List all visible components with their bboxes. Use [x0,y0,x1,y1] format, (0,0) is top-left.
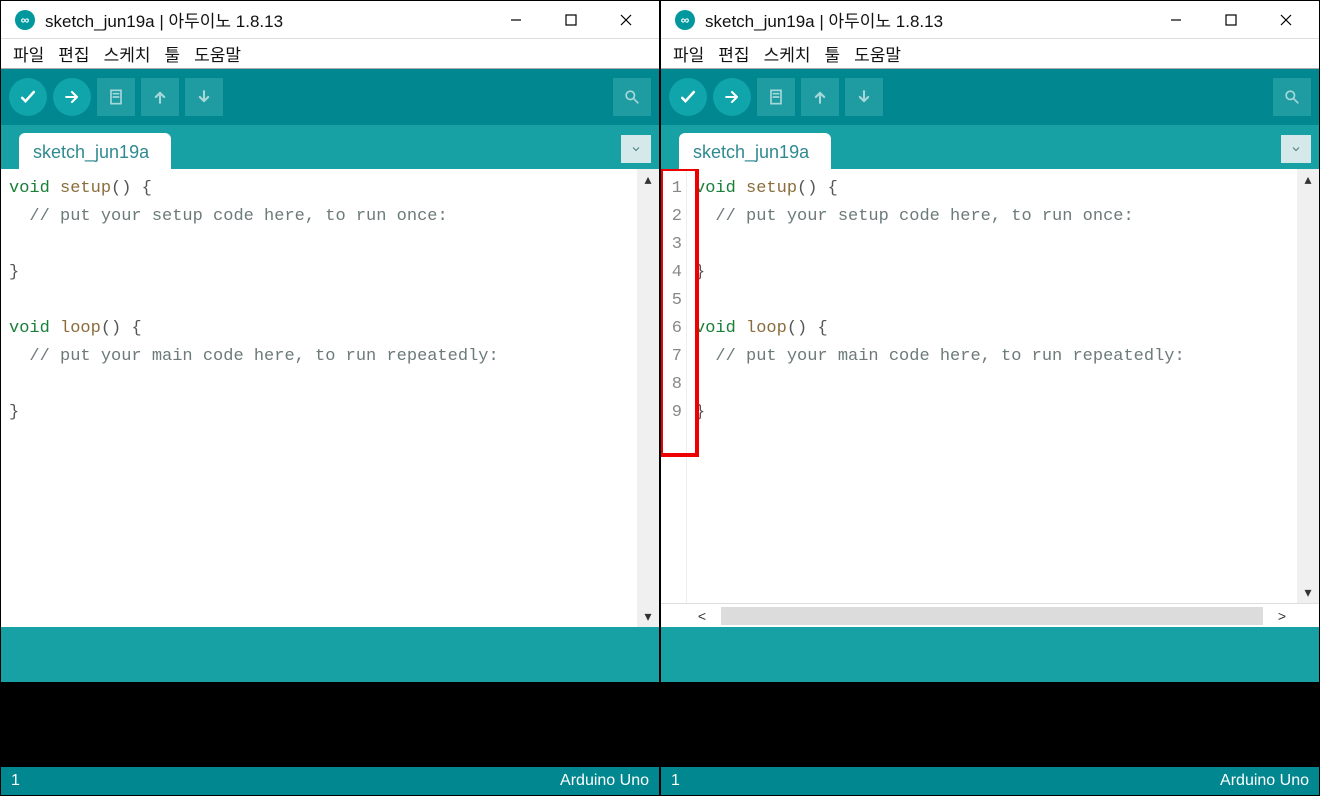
tab-dropdown-icon[interactable] [621,135,651,163]
scroll-up-icon[interactable]: ▴ [644,171,651,188]
code-editor[interactable]: void setup() { // put your setup code he… [1,169,637,627]
statusbar: 1 Arduino Uno [661,767,1319,795]
line-number: 8 [661,371,682,399]
menu-item[interactable]: 편집 [54,39,93,68]
line-number-gutter: 123456789 [661,169,687,603]
toolbar [661,69,1319,125]
arduino-window: ∞ sketch_jun19a | 아두이노 1.8.13 파일편집스케치툴도움말 s… [660,0,1320,796]
minimize-button[interactable] [488,2,543,38]
editor-area: 123456789void setup() { // put your setu… [661,169,1319,627]
scroll-up-icon[interactable]: ▴ [1304,171,1311,188]
line-number: 7 [661,343,682,371]
scroll-down-icon[interactable]: ▾ [1304,584,1311,601]
console [661,682,1319,767]
open-button[interactable] [141,78,179,116]
close-button[interactable] [1258,2,1313,38]
titlebar: ∞ sketch_jun19a | 아두이노 1.8.13 [661,1,1319,39]
line-number: 9 [661,399,682,427]
tab[interactable]: sketch_jun19a [679,133,831,170]
status-line-number: 1 [11,772,20,790]
window-title: sketch_jun19a | 아두이노 1.8.13 [705,7,1148,32]
statusbar: 1 Arduino Uno [1,767,659,795]
scroll-right-icon[interactable]: > [1267,605,1297,627]
tabbar: sketch_jun19a [661,125,1319,169]
verify-button[interactable] [9,78,47,116]
save-button[interactable] [185,78,223,116]
menu-item[interactable]: 스케치 [100,39,155,68]
app-icon: ∞ [675,10,695,30]
maximize-button[interactable] [543,2,598,38]
menu-item[interactable]: 스케치 [760,39,815,68]
serial-monitor-button[interactable] [613,78,651,116]
menu-item[interactable]: 파일 [9,39,48,68]
menu-item[interactable]: 편집 [714,39,753,68]
menu-item[interactable]: 툴 [820,39,844,68]
menu-item[interactable]: 파일 [669,39,708,68]
vertical-scrollbar[interactable]: ▴▾ [1297,169,1319,603]
scroll-left-icon[interactable]: < [687,605,717,627]
new-button[interactable] [97,78,135,116]
code-editor[interactable]: void setup() { // put your setup code he… [687,169,1297,603]
arduino-window: ∞ sketch_jun19a | 아두이노 1.8.13 파일편집스케치툴도움말 s… [0,0,660,796]
save-button[interactable] [845,78,883,116]
upload-button[interactable] [53,78,91,116]
line-number: 4 [661,259,682,287]
tab-dropdown-icon[interactable] [1281,135,1311,163]
menu-item[interactable]: 도움말 [190,39,245,68]
menubar: 파일편집스케치툴도움말 [1,39,659,69]
toolbar [1,69,659,125]
line-number: 2 [661,203,682,231]
window-title: sketch_jun19a | 아두이노 1.8.13 [45,7,488,32]
new-button[interactable] [757,78,795,116]
maximize-button[interactable] [1203,2,1258,38]
menubar: 파일편집스케치툴도움말 [661,39,1319,69]
window-controls [488,2,653,38]
app-icon: ∞ [15,10,35,30]
line-number: 1 [661,175,682,203]
upload-button[interactable] [713,78,751,116]
menu-item[interactable]: 도움말 [850,39,905,68]
status-board: Arduino Uno [1220,772,1309,790]
tabbar: sketch_jun19a [1,125,659,169]
menu-item[interactable]: 툴 [160,39,184,68]
editor-area: void setup() { // put your setup code he… [1,169,659,627]
line-number: 5 [661,287,682,315]
titlebar: ∞ sketch_jun19a | 아두이노 1.8.13 [1,1,659,39]
status-line-number: 1 [671,772,680,790]
minimize-button[interactable] [1148,2,1203,38]
message-area [1,627,659,682]
serial-monitor-button[interactable] [1273,78,1311,116]
horizontal-scrollbar[interactable]: <> [661,603,1319,627]
line-number: 6 [661,315,682,343]
line-number: 3 [661,231,682,259]
verify-button[interactable] [669,78,707,116]
tab[interactable]: sketch_jun19a [19,133,171,170]
vertical-scrollbar[interactable]: ▴▾ [637,169,659,627]
close-button[interactable] [598,2,653,38]
message-area [661,627,1319,682]
console [1,682,659,767]
window-controls [1148,2,1313,38]
status-board: Arduino Uno [560,772,649,790]
scroll-down-icon[interactable]: ▾ [644,608,651,625]
open-button[interactable] [801,78,839,116]
